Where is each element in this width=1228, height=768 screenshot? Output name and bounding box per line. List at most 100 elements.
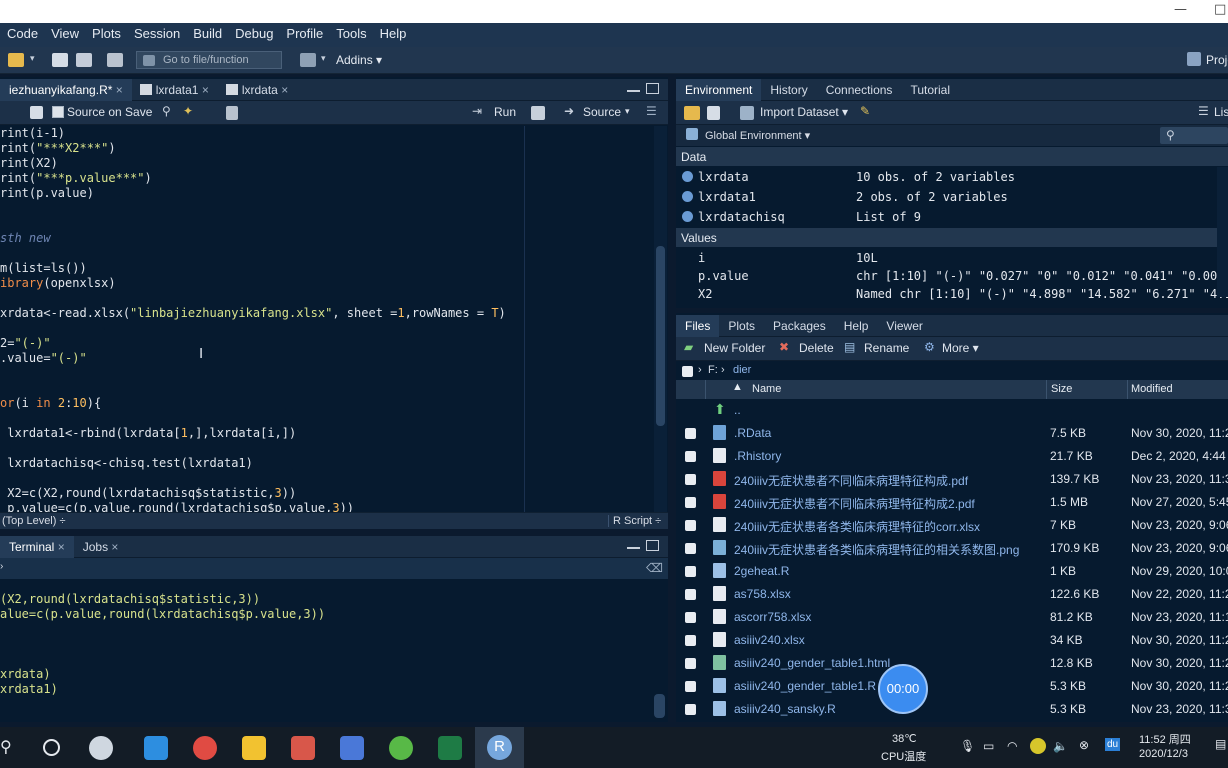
tab-jobs[interactable]: Jobs × bbox=[74, 536, 128, 558]
close-icon[interactable]: × bbox=[116, 83, 123, 97]
chevron-down-icon[interactable]: ▾ bbox=[30, 53, 35, 64]
file-explorer-icon[interactable] bbox=[242, 736, 266, 760]
path-folder[interactable]: dier bbox=[733, 364, 751, 376]
chevron-down-icon[interactable]: ▾ bbox=[625, 106, 630, 117]
close-icon[interactable]: × bbox=[111, 540, 118, 554]
maximize-pane-icon[interactable] bbox=[646, 540, 659, 551]
save-all-icon[interactable] bbox=[76, 53, 92, 67]
save-workspace-icon[interactable] bbox=[707, 106, 720, 120]
app-bird-icon[interactable] bbox=[340, 736, 364, 760]
file-row[interactable]: 2geheat.R 1 KB Nov 29, 2020, 10:0 bbox=[676, 560, 1228, 583]
tab-source-file[interactable]: iezhuanyikafang.R* × bbox=[0, 79, 132, 101]
file-checkbox[interactable] bbox=[685, 520, 696, 531]
file-name[interactable]: .Rhistory bbox=[734, 449, 781, 463]
column-modified[interactable]: Modified bbox=[1131, 383, 1173, 395]
file-checkbox[interactable] bbox=[685, 497, 696, 508]
tab-terminal[interactable]: Terminal × bbox=[0, 536, 74, 558]
list-view-label[interactable]: Lis bbox=[1214, 105, 1228, 119]
scope-dropdown[interactable]: Global Environment ▾ bbox=[705, 129, 810, 142]
load-workspace-icon[interactable] bbox=[684, 106, 700, 120]
tab-lxrdata[interactable]: lxrdata × bbox=[218, 79, 297, 101]
menu-tools[interactable]: Tools bbox=[329, 23, 372, 41]
menu-profile[interactable]: Profile bbox=[279, 23, 329, 41]
file-row[interactable]: 240iiiv无症状患者不同临床病理特征构成2.pdf 1.5 MB Nov 27,… bbox=[676, 491, 1228, 514]
file-row[interactable]: 240iiiv无症状患者各类临床病理特征的相关系数图.png 170.9 KB No… bbox=[676, 537, 1228, 560]
project-menu[interactable]: Proje bbox=[1206, 53, 1228, 67]
tab-viewer[interactable]: Viewer bbox=[877, 315, 931, 337]
source-button[interactable]: Source bbox=[583, 105, 621, 119]
close-icon[interactable]: × bbox=[202, 83, 209, 97]
path-drive[interactable]: F: bbox=[708, 364, 718, 376]
menu-debug[interactable]: Debug bbox=[228, 23, 279, 41]
search-icon[interactable]: ⚲ bbox=[0, 737, 12, 757]
file-checkbox[interactable] bbox=[685, 543, 696, 554]
parent-directory-row[interactable]: ⬆ .. bbox=[676, 399, 1228, 422]
outline-toggle-icon[interactable]: ☰ bbox=[646, 104, 657, 118]
file-row[interactable]: asiiiv240.xlsx 34 KB Nov 30, 2020, 11:2 bbox=[676, 629, 1228, 652]
env-scrollbar[interactable] bbox=[1217, 167, 1228, 297]
file-checkbox[interactable] bbox=[685, 612, 696, 623]
file-checkbox[interactable] bbox=[685, 566, 696, 577]
close-icon[interactable]: × bbox=[281, 83, 288, 97]
file-row[interactable]: asiiiv240_gender_table1.R 5.3 KB Nov 30, 2… bbox=[676, 675, 1228, 698]
tab-help[interactable]: Help bbox=[835, 315, 878, 337]
file-row[interactable]: ascorr758.xlsx 81.2 KB Nov 23, 2020, 11:1 bbox=[676, 606, 1228, 629]
parent-link[interactable]: .. bbox=[734, 403, 741, 417]
file-checkbox[interactable] bbox=[685, 681, 696, 692]
app-feather-icon[interactable] bbox=[291, 736, 315, 760]
source-on-save-checkbox[interactable] bbox=[52, 106, 64, 118]
maximize-button[interactable]: □ bbox=[1214, 2, 1226, 17]
tab-connections[interactable]: Connections bbox=[817, 79, 902, 101]
tab-plots[interactable]: Plots bbox=[719, 315, 764, 337]
file-name[interactable]: asiiiv240_gender_table1.R bbox=[734, 679, 876, 693]
file-checkbox[interactable] bbox=[685, 658, 696, 669]
rerun-icon[interactable] bbox=[531, 106, 545, 120]
wifi-icon[interactable]: ◠ bbox=[1007, 739, 1017, 753]
cortana-icon[interactable] bbox=[43, 739, 60, 756]
rstudio-taskbar-active[interactable]: R bbox=[475, 727, 524, 768]
file-name[interactable]: 240iiiv无症状患者各类临床病理特征的corr.xlsx bbox=[734, 518, 980, 535]
console-scrollbar[interactable] bbox=[654, 694, 665, 718]
maximize-pane-icon[interactable] bbox=[646, 83, 659, 94]
file-name[interactable]: ascorr758.xlsx bbox=[734, 610, 811, 624]
menu-plots[interactable]: Plots bbox=[85, 23, 127, 41]
clock-date[interactable]: 2020/12/3 bbox=[1139, 748, 1188, 760]
file-row[interactable]: .Rhistory 21.7 KB Dec 2, 2020, 4:44 P bbox=[676, 445, 1228, 468]
file-row[interactable]: asiiiv240_gender_table1.html 12.8 KB Nov 3… bbox=[676, 652, 1228, 675]
env-data-row[interactable]: lxrdata1 2 obs. of 2 variables bbox=[676, 187, 1228, 207]
rename-button[interactable]: Rename bbox=[864, 341, 909, 355]
minimize-pane-icon[interactable] bbox=[627, 540, 640, 549]
battery-icon[interactable]: ▭ bbox=[983, 739, 994, 753]
more-menu[interactable]: More ▾ bbox=[942, 341, 979, 355]
column-name[interactable]: Name bbox=[752, 383, 781, 395]
search-icon[interactable]: ⚲ bbox=[162, 104, 171, 118]
scrollbar-thumb[interactable] bbox=[656, 246, 665, 426]
new-folder-button[interactable]: New Folder bbox=[704, 341, 765, 355]
file-row[interactable]: 240iiiv无症状患者不同临床病理特征构成.pdf 139.7 KB Nov 23… bbox=[676, 468, 1228, 491]
broom-icon[interactable]: ✎ bbox=[860, 104, 870, 118]
file-name[interactable]: 240iiiv无症状患者各类临床病理特征的相关系数图.png bbox=[734, 541, 1019, 558]
tab-lxrdata1[interactable]: lxrdata1 × bbox=[132, 79, 218, 101]
plus-app-icon[interactable] bbox=[1030, 738, 1046, 754]
tab-history[interactable]: History bbox=[761, 79, 816, 101]
open-project-icon[interactable] bbox=[8, 53, 24, 67]
save-icon[interactable] bbox=[30, 106, 43, 119]
addins-menu[interactable]: Addins ▾ bbox=[336, 53, 382, 67]
grid-layout-icon[interactable] bbox=[300, 53, 316, 67]
minimize-button[interactable]: — bbox=[1174, 2, 1187, 17]
menu-build[interactable]: Build bbox=[186, 23, 228, 41]
menu-view[interactable]: View bbox=[44, 23, 85, 41]
import-dataset-button[interactable]: Import Dataset ▾ bbox=[760, 105, 848, 119]
file-name[interactable]: 240iiiv无症状患者不同临床病理特征构成2.pdf bbox=[734, 495, 975, 512]
notification-icon[interactable]: ▤ bbox=[1215, 737, 1226, 751]
file-row[interactable]: .RData 7.5 KB Nov 30, 2020, 11:2 bbox=[676, 422, 1228, 445]
minimize-pane-icon[interactable] bbox=[627, 83, 640, 92]
file-type-selector[interactable]: R Script ÷ bbox=[608, 515, 661, 527]
file-name[interactable]: asiiiv240_gender_table1.html bbox=[734, 656, 890, 670]
file-checkbox[interactable] bbox=[685, 704, 696, 715]
close-circle-icon[interactable]: ⊗ bbox=[1079, 738, 1089, 752]
tab-environment[interactable]: Environment bbox=[676, 79, 762, 101]
file-checkbox[interactable] bbox=[685, 428, 696, 439]
file-name[interactable]: 2geheat.R bbox=[734, 564, 789, 578]
print-icon[interactable] bbox=[107, 53, 123, 67]
